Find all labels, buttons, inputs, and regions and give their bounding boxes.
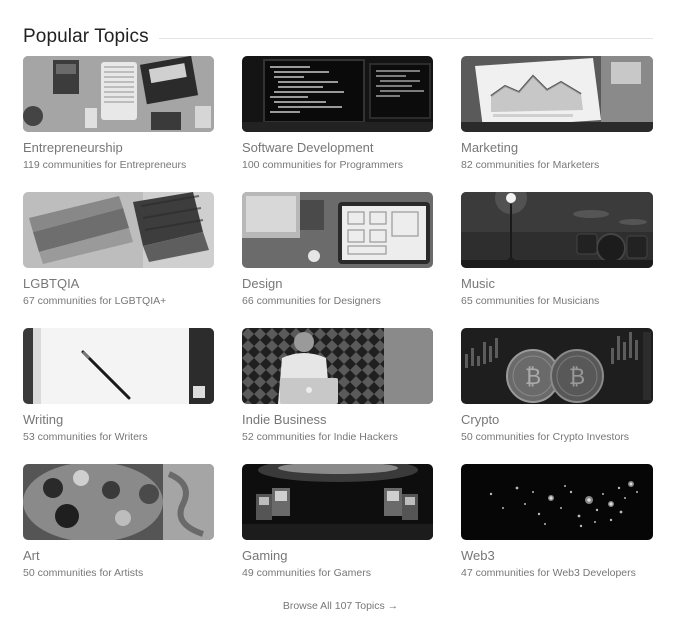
topic-title[interactable]: Entrepreneurship (23, 140, 214, 156)
popular-topics-page: Popular Topics Entrepreneurship 119 comm… (0, 0, 681, 631)
topic-image-indie-business[interactable] (242, 328, 433, 404)
topic-image-web3[interactable] (461, 464, 653, 540)
topic-image-marketing[interactable] (461, 56, 653, 132)
svg-text:₿: ₿ (569, 365, 585, 390)
topic-title[interactable]: Writing (23, 412, 214, 428)
topic-card-art[interactable]: Art 50 communities for Artists (23, 464, 214, 600)
topic-subtitle: 50 communities for Crypto Investors (461, 431, 630, 443)
topic-image-gaming[interactable] (242, 464, 433, 540)
topics-grid: Entrepreneurship 119 communities for Ent… (23, 56, 653, 600)
topic-title[interactable]: LGBTQIA (23, 276, 214, 292)
svg-text:₿: ₿ (525, 365, 541, 390)
section-title: Popular Topics (23, 26, 149, 47)
topic-subtitle: 100 communities for Programmers (242, 159, 404, 171)
topic-card-lgbtqia[interactable]: LGBTQIA 67 communities for LGBTQIA+ (23, 192, 214, 328)
topic-image-art[interactable] (23, 464, 214, 540)
topic-title[interactable]: Gaming (242, 548, 433, 564)
topic-image-music[interactable] (461, 192, 653, 268)
section-header: Popular Topics (23, 26, 653, 48)
topic-subtitle: 50 communities for Artists (23, 567, 144, 579)
topic-image-crypto[interactable]: ₿ ₿ (461, 328, 653, 404)
topic-card-gaming[interactable]: Gaming 49 communities for Gamers (242, 464, 433, 600)
topic-title[interactable]: Music (461, 276, 653, 292)
topic-card-entrepreneurship[interactable]: Entrepreneurship 119 communities for Ent… (23, 56, 214, 192)
topic-title[interactable]: Art (23, 548, 214, 564)
topic-card-web3[interactable]: Web3 47 communities for Web3 Developers (461, 464, 653, 600)
topic-card-writing[interactable]: Writing 53 communities for Writers (23, 328, 214, 464)
topic-card-software-development[interactable]: Software Development 100 communities for… (242, 56, 433, 192)
topic-title[interactable]: Crypto (461, 412, 653, 428)
topic-card-indie-business[interactable]: Indie Business 52 communities for Indie … (242, 328, 433, 464)
topic-title[interactable]: Design (242, 276, 433, 292)
header-divider (158, 37, 653, 39)
topic-subtitle: 66 communities for Designers (242, 295, 381, 307)
topic-subtitle: 67 communities for LGBTQIA+ (23, 295, 167, 307)
topic-card-crypto[interactable]: ₿ ₿ Crypto 50 communities for Crypto Inv… (461, 328, 653, 464)
topic-image-design[interactable] (242, 192, 433, 268)
topic-subtitle: 47 communities for Web3 Developers (461, 567, 636, 579)
browse-all-topics-link[interactable]: Browse All 107 Topics → (0, 600, 681, 612)
topic-subtitle: 65 communities for Musicians (461, 295, 600, 307)
topic-card-design[interactable]: Design 66 communities for Designers (242, 192, 433, 328)
topic-subtitle: 53 communities for Writers (23, 431, 148, 443)
topic-title[interactable]: Software Development (242, 140, 433, 156)
topic-image-entrepreneurship[interactable] (23, 56, 214, 132)
topic-image-lgbtqia[interactable] (23, 192, 214, 268)
topic-subtitle: 49 communities for Gamers (242, 567, 371, 579)
topic-title[interactable]: Marketing (461, 140, 653, 156)
topic-card-marketing[interactable]: Marketing 82 communities for Marketers (461, 56, 653, 192)
topic-image-writing[interactable] (23, 328, 214, 404)
topic-card-music[interactable]: Music 65 communities for Musicians (461, 192, 653, 328)
topic-subtitle: 82 communities for Marketers (461, 159, 600, 171)
topic-subtitle: 52 communities for Indie Hackers (242, 431, 398, 443)
topic-image-software-development[interactable] (242, 56, 433, 132)
topic-title[interactable]: Web3 (461, 548, 653, 564)
topic-subtitle: 119 communities for Entrepreneurs (23, 159, 187, 171)
topic-title[interactable]: Indie Business (242, 412, 433, 428)
